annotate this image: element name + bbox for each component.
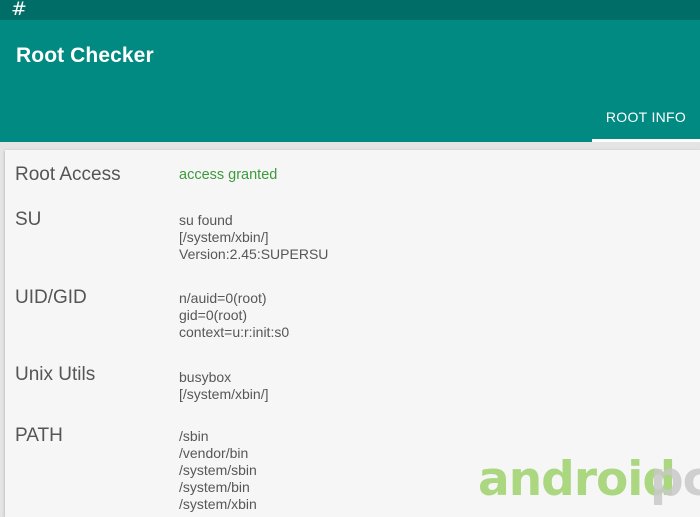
path-value-line: /sbin <box>179 428 209 444</box>
app-title: Root Checker <box>16 44 154 67</box>
tab-root-info-label: ROOT INFO <box>605 109 687 125</box>
uid-gid-value-line: gid=0(root) <box>179 307 248 323</box>
su-value-line: Version:2.45:SUPERSU <box>179 246 329 262</box>
unix-utils-value: busybox [/system/xbin/] <box>179 369 679 403</box>
su-label: SU <box>15 209 42 230</box>
path-value-line: /vendor/bin <box>179 445 249 461</box>
path-value-line: /system/bin <box>179 479 250 495</box>
root-access-value: access granted <box>179 167 278 183</box>
app-bar: Root Checker ROOT INFO <box>0 20 700 142</box>
unix-utils-value-line: [/system/xbin/] <box>179 386 269 402</box>
path-value-line: /system/sbin <box>179 462 257 478</box>
tab-active-indicator <box>592 139 700 142</box>
uid-gid-label: UID/GID <box>15 287 87 308</box>
unix-utils-label: Unix Utils <box>15 364 96 385</box>
uid-gid-value-line: n/auid=0(root) <box>179 290 267 306</box>
unix-utils-value-line: busybox <box>179 369 232 385</box>
hash-notification-icon: # <box>11 0 27 20</box>
su-value-line: [/system/xbin/] <box>179 229 269 245</box>
su-value: su found [/system/xbin/] Version:2.45:SU… <box>179 212 679 263</box>
uid-gid-value-line: context=u:r:init:s0 <box>179 324 290 340</box>
path-value: /sbin /vendor/bin /system/sbin /system/b… <box>179 428 679 513</box>
su-value-line: su found <box>179 212 233 228</box>
uid-gid-value: n/auid=0(root) gid=0(root) context=u:r:i… <box>179 290 679 341</box>
path-label: PATH <box>15 425 63 446</box>
root-access-label: Root Access <box>15 164 121 185</box>
status-bar: # <box>0 0 700 20</box>
tab-root-info[interactable]: ROOT INFO <box>592 98 700 142</box>
root-info-card: Root Access access granted SU su found [… <box>5 150 700 517</box>
path-value-line: /system/xbin <box>179 496 257 512</box>
